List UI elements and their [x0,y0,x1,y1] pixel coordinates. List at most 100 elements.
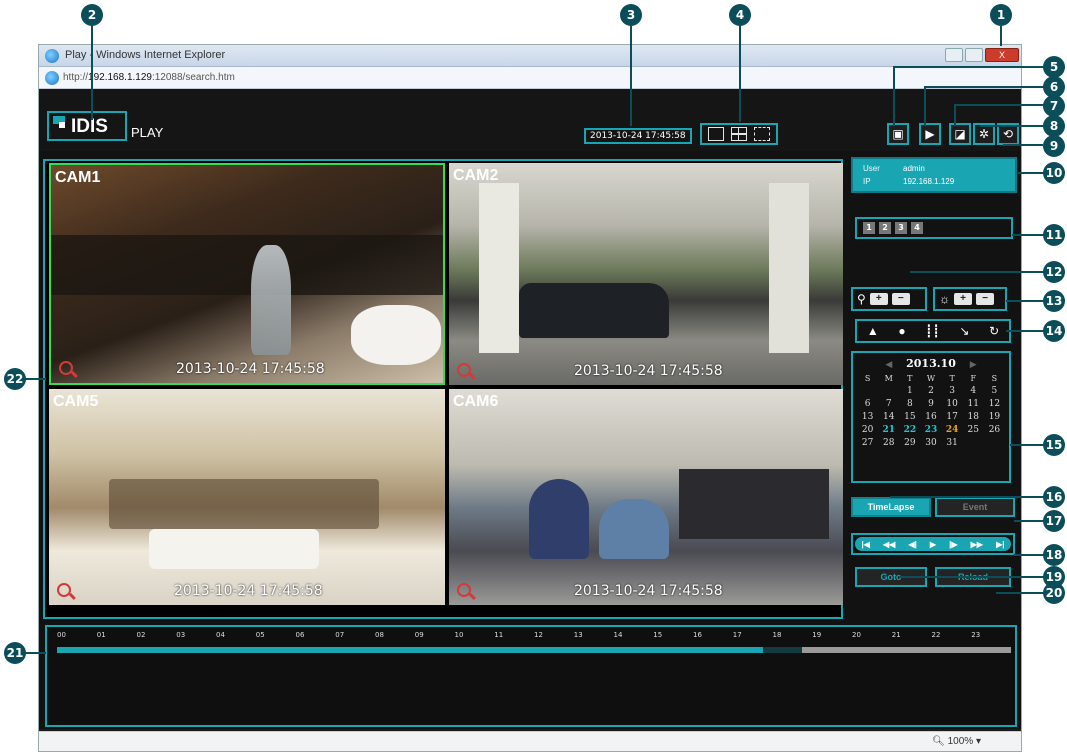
user-button[interactable]: ▣ [887,123,909,145]
zoom-in-button[interactable]: + [869,293,888,305]
calendar-day[interactable]: 31 [942,438,963,449]
url-text[interactable]: http://192.168.1.129:12088/search.htm [63,72,235,83]
page-button-2[interactable]: 2 [879,222,891,234]
calendar-day[interactable]: 20 [857,425,878,436]
interpolation-icon[interactable]: ↘ [959,324,969,338]
zoom-icon[interactable] [457,583,471,597]
search-person-icon: ◪ [954,127,966,141]
calendar-empty [984,438,1005,449]
page-button-3[interactable]: 3 [895,222,907,234]
calendar-day[interactable]: 2 [920,386,941,397]
camera-tile-6[interactable]: CAM6 2013-10-24 17:45:58 [449,389,843,605]
calendar-day[interactable]: 13 [857,412,878,423]
calendar-day[interactable]: 14 [878,412,899,423]
last-frame-button[interactable]: ▶| [996,540,1004,549]
first-frame-button[interactable]: |◀ [862,540,870,549]
ip-value: 192.168.1.129 [903,177,955,186]
title-bar: Play - Windows Internet Explorer X [39,45,1021,67]
quad-layout-icon[interactable] [730,127,747,141]
calendar-day[interactable]: 15 [899,412,920,423]
hour-label: 07 [335,631,345,639]
calendar-day[interactable]: 4 [963,386,984,397]
calendar-empty [878,386,899,397]
maximize-button[interactable] [965,48,983,62]
calendar-day[interactable]: 22 [899,425,920,436]
single-layout-icon[interactable] [707,127,724,141]
tab-timelapse[interactable]: TimeLapse [851,497,931,517]
calendar-day[interactable]: 24 [942,425,963,436]
camera-tile-5[interactable]: CAM5 2013-10-24 17:45:58 [49,389,445,605]
sharpen-icon[interactable]: ▲ [867,324,879,338]
page-button-1[interactable]: 1 [863,222,875,234]
calendar-day[interactable]: 6 [857,399,878,410]
weekday-header: S [864,374,871,383]
hour-label: 12 [534,631,543,639]
calendar-day[interactable]: 17 [942,412,963,423]
next-month-button[interactable]: ▶ [970,360,977,370]
weekday-header: T [949,374,955,383]
calendar-day[interactable]: 3 [942,386,963,397]
hour-label: 22 [931,631,941,639]
close-button[interactable]: X [985,48,1019,62]
calendar-day[interactable]: 21 [878,425,899,436]
minimize-button[interactable] [945,48,963,62]
logo-text: IDIS [71,116,108,137]
brightness-down-button[interactable]: − [976,293,994,305]
calendar-day[interactable]: 19 [984,412,1005,423]
prev-month-button[interactable]: ◀ [885,360,892,370]
calendar-day[interactable]: 29 [899,438,920,449]
calendar-day[interactable]: 25 [963,425,984,436]
playback-controls: |◀ ◀◀ ◀| ▶ |▶ ▶▶ ▶| [851,533,1015,555]
fullscreen-icon[interactable] [754,127,771,141]
calendar-day[interactable]: 27 [857,438,878,449]
power-icon: ⟲ [1002,127,1014,141]
zoom-icon[interactable] [57,583,71,597]
calendar-day[interactable]: 1 [899,386,920,397]
calendar-day[interactable]: 11 [963,399,984,410]
fast-rewind-button[interactable]: ◀◀ [883,540,895,549]
calendar-day[interactable]: 12 [984,399,1005,410]
calendar-day[interactable]: 26 [984,425,1005,436]
callout-22: 22 [4,368,26,390]
zoom-icon[interactable] [59,361,73,375]
play-mode-button[interactable]: ▶ [919,123,941,145]
play-button[interactable]: ▶ [930,540,936,549]
step-back-button[interactable]: ◀| [908,540,916,549]
camera-tile-1[interactable]: CAM1 2013-10-24 17:45:58 [49,163,445,385]
camera-timestamp: 2013-10-24 17:45:58 [176,361,325,377]
brightness-up-button[interactable]: + [954,293,972,305]
zoom-out-button[interactable]: − [891,293,910,305]
zoom-icon[interactable] [457,363,471,377]
step-forward-button[interactable]: |▶ [949,540,957,549]
brightness-control: ☼ + − [933,287,1007,311]
calendar-day[interactable]: 18 [963,412,984,423]
calendar-day[interactable]: 7 [878,399,899,410]
search-mode-button[interactable]: ◪ [949,123,971,145]
calendar-day[interactable]: 9 [920,399,941,410]
fast-forward-button[interactable]: ▶▶ [971,540,983,549]
page-selector: 1 2 3 4 [855,217,1013,239]
calendar-day[interactable]: 28 [878,438,899,449]
calendar-day[interactable]: 30 [920,438,941,449]
calendar-day[interactable]: 10 [942,399,963,410]
product-name: PLAY [131,125,164,140]
blur-icon[interactable]: ● [898,324,905,338]
camera-tile-2[interactable]: CAM2 2013-10-24 17:45:58 [449,163,843,385]
weekday-header: W [926,374,936,383]
calendar-day[interactable]: 8 [899,399,920,410]
tab-event[interactable]: Event [935,497,1015,517]
address-bar[interactable]: http://192.168.1.129:12088/search.htm [39,67,1021,89]
reset-icon[interactable]: ↻ [989,324,999,338]
browser-window: Play - Windows Internet Explorer X http:… [38,44,1022,752]
user-key: User [863,164,880,173]
equalize-icon[interactable]: ┋┋ [925,324,939,338]
page-button-4[interactable]: 4 [911,222,923,234]
calendar-day[interactable]: 5 [984,386,1005,397]
calendar-empty [963,438,984,449]
timeline-track[interactable] [57,647,1011,653]
calendar-day[interactable]: 23 [920,425,941,436]
callout-10: 10 [1043,162,1065,184]
timeline[interactable]: 00 01 02 03 04 05 06 07 08 09 10 11 12 13 14 15 16 17 18 19… [45,625,1017,727]
calendar-day[interactable]: 16 [920,412,941,423]
zoom-level[interactable]: 🔍︎ 100% ▾ [932,736,981,747]
